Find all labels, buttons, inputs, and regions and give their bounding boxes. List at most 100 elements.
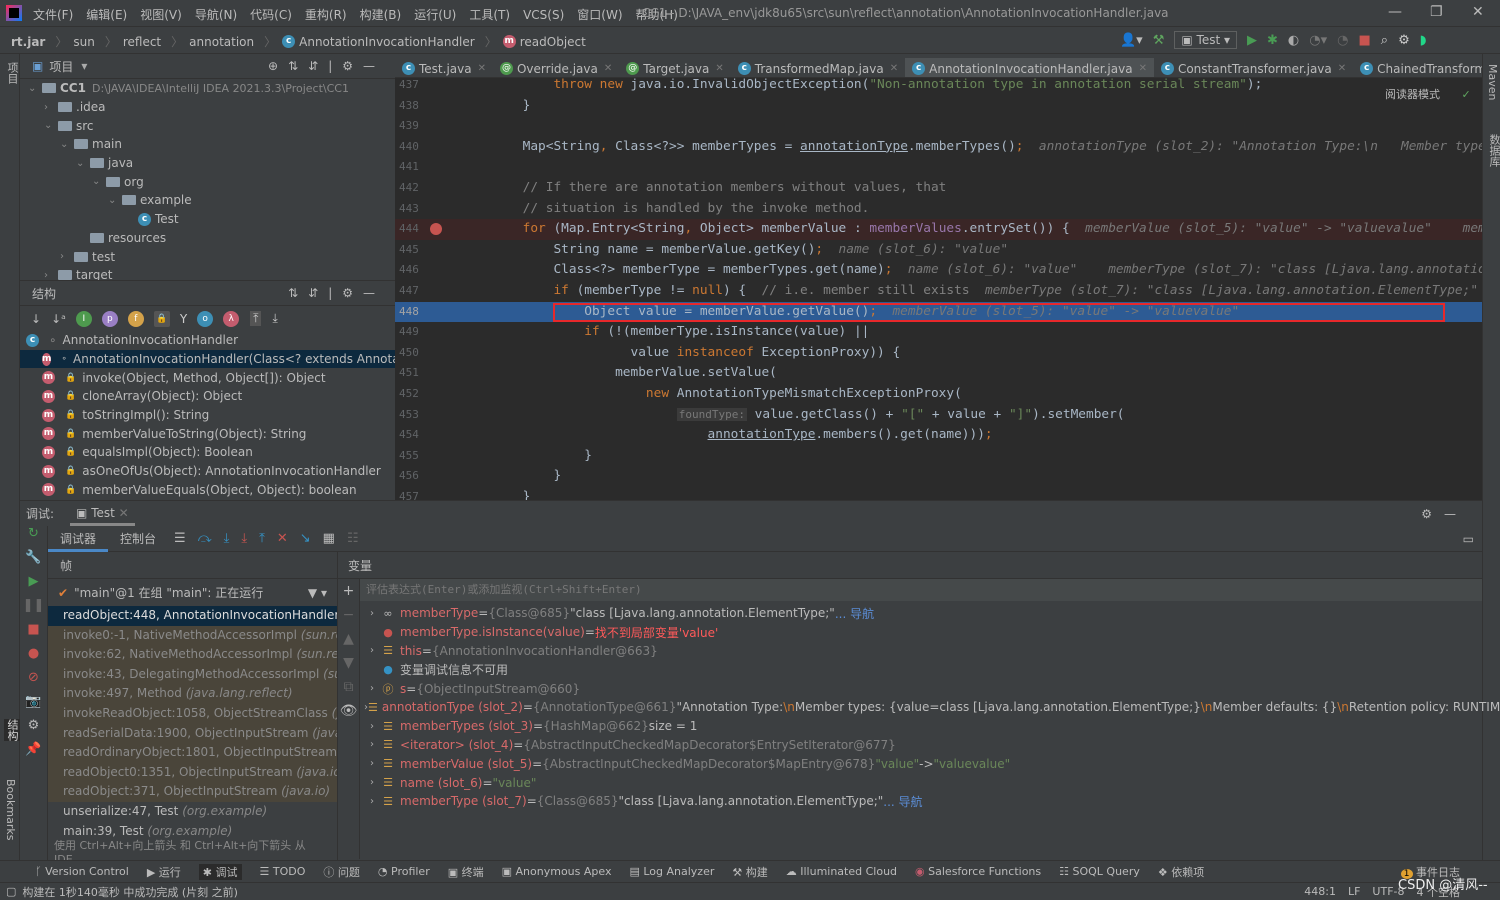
remove-watch-icon[interactable]: − — [338, 603, 359, 627]
build-hammer-icon[interactable]: ⚒ — [1153, 33, 1165, 48]
reader-mode-button[interactable]: 阅读器模式 ✓ — [1385, 86, 1471, 102]
tool-window-deps[interactable]: ❖ 依赖项 — [1158, 864, 1204, 880]
gear-icon[interactable]: ⚙ — [1398, 33, 1410, 48]
lambda-icon[interactable]: λ — [223, 310, 240, 327]
variable-row[interactable]: › ☰ memberValue (slot_5) = {AbstractInputC… — [364, 754, 1482, 773]
code-line[interactable]: 443 // situation is handled by the invok… — [395, 199, 1482, 220]
structure-item[interactable]: m 🔒 memberValueEquals(Object, Object): boo… — [20, 481, 395, 500]
code-line[interactable]: 457 } — [395, 487, 1482, 500]
code-line[interactable]: 447 if (memberType != null) { // i.e. me… — [395, 281, 1482, 302]
structure-item[interactable]: m 🔒 memberValueToString(Object): String — [20, 424, 395, 443]
stack-frame[interactable]: readObject0:1351, ObjectInputStream (jav… — [48, 762, 337, 783]
layout-icon[interactable]: ☰ — [174, 531, 186, 546]
coverage-icon[interactable]: ◐ — [1288, 33, 1299, 48]
profile-icon[interactable]: ◔▾ — [1309, 33, 1327, 48]
run-icon[interactable]: ▶ — [1247, 33, 1257, 48]
menu-item[interactable]: 视图(V) — [140, 6, 182, 23]
tool-window-vcs[interactable]: ᚴ Version Control — [35, 865, 129, 878]
close-tab-icon[interactable]: ✕ — [478, 63, 486, 74]
minimize-button[interactable]: — — [1388, 4, 1402, 20]
properties-icon[interactable]: p — [101, 310, 118, 327]
tree-item[interactable]: › test — [20, 247, 395, 266]
chevron-right-icon[interactable]: › — [364, 683, 380, 694]
chevron-right-icon[interactable]: › — [364, 608, 380, 619]
step-out-icon[interactable]: ⤒ — [259, 531, 265, 546]
tree-item[interactable]: ⌄ example — [20, 191, 395, 210]
code-line[interactable]: 438 } — [395, 96, 1482, 117]
menu-item[interactable]: 文件(F) — [33, 6, 73, 23]
interface-icon[interactable]: o — [197, 310, 214, 327]
non-public-icon[interactable]: 🔒 — [153, 310, 170, 327]
toolbox-icon[interactable]: ◗ — [1420, 33, 1427, 48]
chevron-down-icon[interactable]: ⌄ — [44, 120, 58, 131]
variable-row[interactable]: › ☰ annotationType (slot_2) = {AnnotationT… — [364, 698, 1500, 717]
view-icon[interactable]: 👁 — [338, 699, 359, 723]
stack-frame[interactable]: readOrdinaryObject:1801, ObjectInputStre… — [48, 743, 337, 763]
stop-icon[interactable]: ■ — [20, 622, 47, 646]
resume-icon[interactable]: ▶ — [20, 574, 47, 598]
stack-frame[interactable]: invoke:62, NativeMethodAccessorImpl (sun… — [48, 645, 337, 665]
code-line[interactable]: 456 } — [395, 466, 1482, 487]
thread-selector[interactable]: ✔ "main"@1 在组 "main": 正在运行 ▼ ▾ — [48, 579, 337, 606]
line-separator[interactable]: LF — [1348, 885, 1360, 898]
autoscroll-to-source-icon[interactable]: ⤒ — [250, 311, 262, 326]
structure-item[interactable]: m 🔒 invoke(Object, Method, Object[]): Obje… — [20, 368, 395, 387]
chevron-down-icon[interactable]: ⌄ — [76, 158, 90, 169]
close-tab-icon[interactable]: ✕ — [890, 63, 898, 74]
breadcrumb-item[interactable]: readObject — [520, 35, 586, 49]
variable-row[interactable]: ● 变量调试信息不可用 — [364, 660, 1482, 679]
variable-row[interactable]: › ⓟ s = {ObjectInputStream@660} — [364, 679, 1482, 698]
tree-item[interactable]: c Test — [20, 210, 395, 229]
close-button[interactable]: ✕ — [1472, 4, 1484, 20]
code-line[interactable]: 453 foundType: value.getClass() + "[" + … — [395, 405, 1482, 426]
chevron-down-icon[interactable]: ⌄ — [60, 139, 74, 150]
code-line[interactable]: 445 String name = memberValue.getKey(); … — [395, 240, 1482, 261]
stack-frame[interactable]: readSerialData:1900, ObjectInputStream (… — [48, 723, 337, 744]
menu-item[interactable]: 窗口(W) — [577, 6, 622, 23]
panel-actions[interactable]: ⇅⇵|⚙— — [288, 286, 385, 300]
chevron-right-icon[interactable]: › — [364, 758, 380, 769]
code-line[interactable]: 446 Class<?> memberType = memberTypes.ge… — [395, 260, 1482, 281]
maven-tool-button[interactable]: Maven — [1486, 64, 1499, 100]
tree-item[interactable]: ⌄ main — [20, 135, 395, 154]
menu-item[interactable]: 运行(U) — [414, 6, 456, 23]
close-tab-icon[interactable]: ✕ — [604, 63, 612, 74]
code-line[interactable]: 439 — [395, 116, 1482, 137]
filter-icon[interactable]: ▼ ▾ — [308, 586, 327, 600]
menu-item[interactable]: 导航(N) — [195, 6, 237, 23]
variable-row[interactable]: › ∞ memberType = {Class@685} "class [Ljava… — [364, 604, 1482, 623]
fields-icon[interactable]: f — [127, 310, 144, 327]
code-line[interactable]: 441 — [395, 157, 1482, 178]
code-area[interactable]: 437 throw new java.io.InvalidObjectExcep… — [395, 76, 1482, 500]
variable-row[interactable]: ● memberType.isInstance(value) = 找不到局部变量'… — [364, 623, 1482, 642]
add-watch-icon[interactable]: + — [338, 579, 359, 603]
trace-icon[interactable]: ☷ — [347, 531, 359, 546]
close-tab-icon[interactable]: ✕ — [1139, 63, 1147, 74]
move-up-icon[interactable]: ▲ — [338, 627, 359, 651]
menu-item[interactable]: 构建(B) — [360, 6, 402, 23]
chevron-right-icon[interactable]: › — [60, 251, 74, 262]
search-icon[interactable]: ⌕ — [1381, 33, 1388, 48]
autoscroll-from-source-icon[interactable]: ⤓ — [272, 311, 277, 326]
breadcrumb-item[interactable]: sun — [73, 35, 94, 49]
tool-window-hammer[interactable]: ⚒ 构建 — [732, 864, 767, 880]
tab-target-java[interactable]: @ Target.java ✕ — [619, 57, 730, 78]
chevron-down-icon[interactable]: ⌄ — [28, 83, 42, 94]
structure-root[interactable]: c ∘ AnnotationInvocationHandler — [20, 331, 395, 350]
tab-chainedtransformer[interactable]: cChainedTransformer✕ — [1353, 57, 1482, 78]
variable-row[interactable]: › ☰ this = {AnnotationInvocationHandler@66… — [364, 642, 1482, 661]
run-to-cursor-icon[interactable]: ↘ — [300, 531, 311, 546]
tool-window-apex[interactable]: ▣ Anonymous Apex — [502, 865, 612, 878]
variable-row[interactable]: › ☰ memberType (slot_7) = {Class@685} "cla… — [364, 792, 1482, 811]
code-line[interactable]: 452 new AnnotationTypeMismatchExceptionP… — [395, 384, 1482, 405]
code-line[interactable]: 454 annotationType.members().get(name)))… — [395, 425, 1482, 446]
stack-frame[interactable]: invoke0:-1, NativeMethodAccessorImpl (su… — [48, 625, 337, 646]
status-icon[interactable]: ▢ — [6, 885, 16, 898]
menu-item[interactable]: VCS(S) — [523, 8, 564, 22]
tool-window-problem[interactable]: ⓘ 问题 — [323, 864, 360, 880]
tab-debugger[interactable]: 调试器 — [48, 526, 109, 552]
rerun-icon[interactable]: ↻ — [20, 526, 47, 550]
tree-item[interactable]: ⌄ org — [20, 172, 395, 191]
tab-annotationinvocationhandler-java[interactable]: c AnnotationInvocationHandler.java ✕ — [905, 58, 1154, 77]
stop-icon[interactable]: ■ — [1358, 33, 1370, 48]
